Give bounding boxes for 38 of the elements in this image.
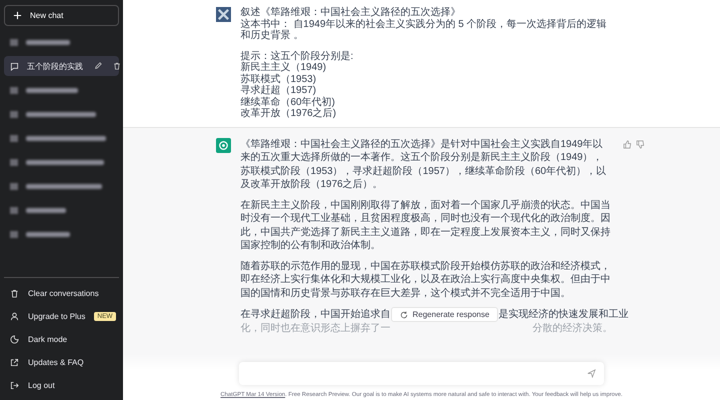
menu-item[interactable]: Clear conversations — [4, 283, 119, 303]
user-message-text: 继续革命（60年代初) — [240, 96, 336, 108]
regenerate-button[interactable]: Regenerate response — [390, 307, 498, 322]
menu-item[interactable]: Dark mode — [4, 329, 119, 349]
assistant-message-text: 在寻求赶超阶段，中国开始追求自 — [240, 308, 390, 322]
message-icon — [10, 62, 19, 70]
user-message-text: 叙述《筚路维艰：中国社会主义路径的五次选择》 — [240, 7, 462, 18]
assistant-message-text: 分散的经济决策。 — [532, 322, 612, 336]
user-message-text: 新民主主义（1949) — [240, 62, 326, 74]
menu-item[interactable]: Log out — [4, 375, 119, 395]
thumbs-down-icon[interactable] — [636, 140, 644, 148]
user-message-text: 改革开放（1976之后) — [240, 108, 338, 120]
assistant-message-text: 随着苏联的示范作用的显现，中国在苏联模式阶段开始模仿苏联的政治和经济模式，即在经济上实行集体化和大规模工业化，以及在政治上实行高度中央集权。但由于中国的国情和历史背景与苏联存在巨大差异，这个模式并不完全适用于中国。 — [240, 260, 612, 300]
pencil-icon[interactable] — [94, 62, 102, 70]
assistant-logo-icon — [216, 138, 230, 152]
send-icon[interactable] — [587, 369, 596, 378]
user-message-text: 这本书中： 自1949年以来的社会主义实践分为的 5 个阶段，每一次选择背后的逻辑和历史背景 。 — [240, 18, 608, 42]
user-message-text: 提示：这五个阶段分别是: — [240, 50, 354, 62]
refresh-icon — [400, 310, 408, 318]
assistant-message-text: 在新民主主义阶段，中国刚刚取得了解放，面对着一个国家几乎崩溃的状态。中国当时没有一个现代工业基础，且贫困程度极高，同时也没有一个现代化的政治制度。因此，中国共产党选择了新民主主义道路，即在一定程度上发展资本主义，同时又保持国家控制的公有制和政治体制。 — [240, 198, 612, 252]
trash-icon — [10, 288, 19, 298]
logout-icon — [10, 380, 19, 390]
avatar-icon — [216, 7, 230, 22]
user-message-text: 苏联模式（1953) — [240, 74, 318, 84]
trash-icon[interactable] — [113, 62, 121, 70]
thumbs-up-icon[interactable] — [622, 140, 632, 148]
external-link-icon — [10, 358, 19, 366]
moon-icon — [10, 334, 19, 344]
assistant-message-text: 《筚路维艰：中国社会主义路径的五次选择》是针对中国社会主义实践自1949年以来的五次重大选择所做的一本著作。这五个阶段分别是新民主主义阶段（1949），苏联模式阶段（1953），寻求赶超阶段（1957），继续革命阶段（60年代初），以及改革开放阶段（1976之后）。 — [240, 138, 608, 192]
chat-item[interactable]: 五个阶段的实践 — [4, 56, 119, 76]
message-input-field[interactable] — [239, 362, 604, 385]
plus-icon — [13, 11, 22, 20]
assistant-message-text: 化，同时也在意识形态上摒弃了一 — [240, 322, 390, 336]
user-message-text: 寻求赶超（1957) — [240, 85, 318, 96]
user-icon — [10, 312, 19, 320]
menu-item[interactable]: Updates & FAQ — [4, 352, 119, 372]
assistant-message-text: 是实现经济的快速发展和工业 — [498, 308, 628, 322]
new-chat-button[interactable]: New chat — [4, 5, 119, 26]
